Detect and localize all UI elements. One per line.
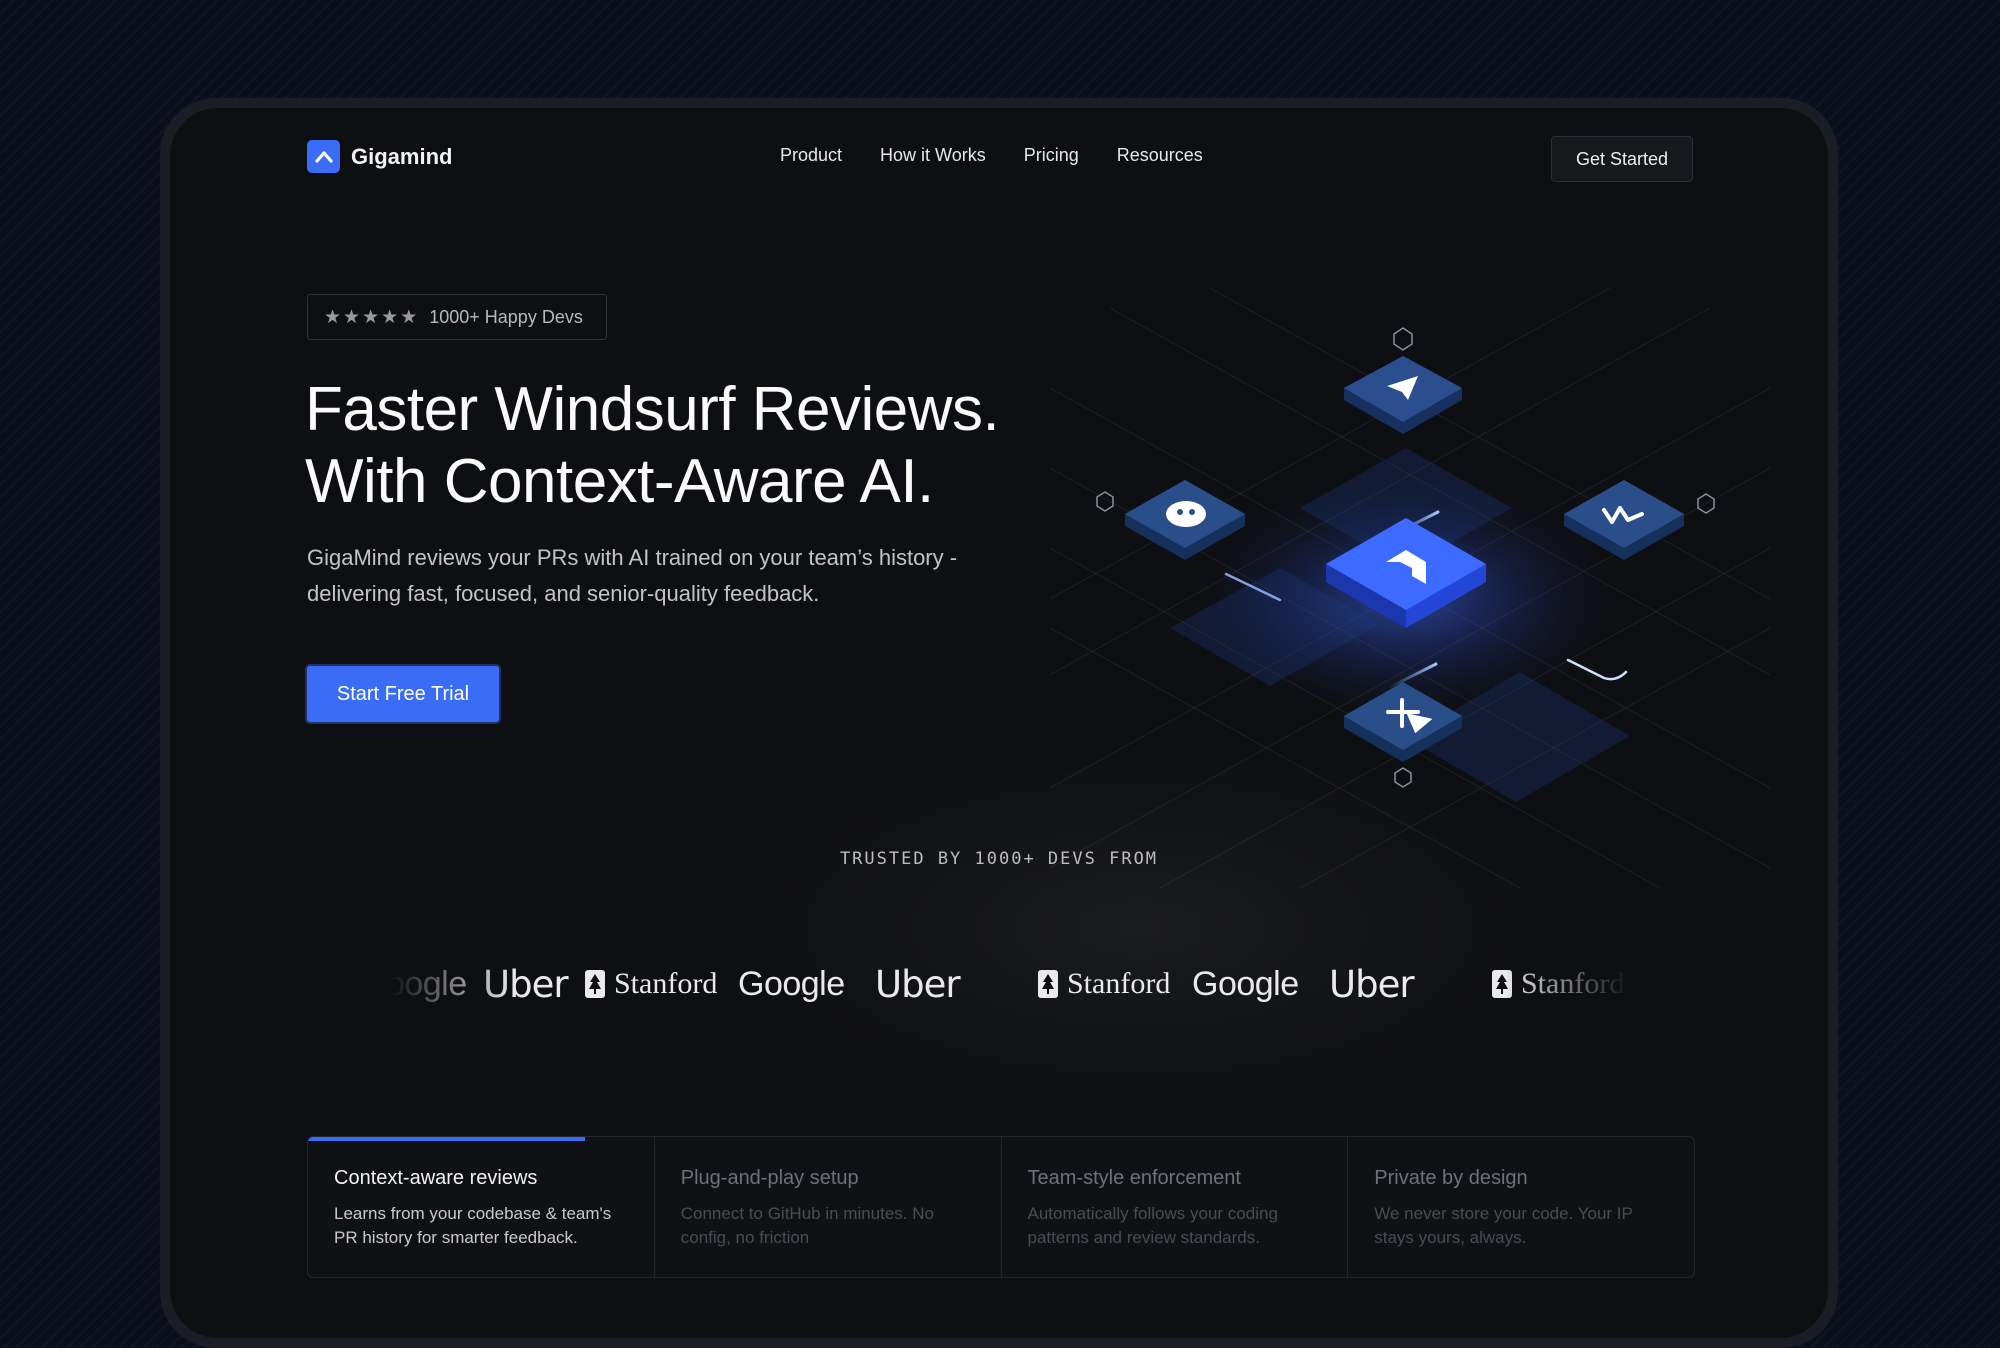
- feature-title: Team-style enforcement: [1027, 1167, 1241, 1189]
- feature-description: Learns from your codebase & team's PR hi…: [334, 1204, 612, 1247]
- star-icon: ★: [400, 306, 418, 328]
- logo-uber: Uber: [483, 962, 569, 1006]
- feature-tab-plug-and-play[interactable]: Plug-and-play setup Connect to GitHub in…: [655, 1137, 1002, 1277]
- logo-uber: Uber: [875, 962, 961, 1006]
- feature-description: Automatically follows your coding patter…: [1027, 1204, 1278, 1247]
- stanford-tree-icon: [1038, 970, 1058, 998]
- logo-google: Google: [390, 964, 467, 1003]
- start-free-trial-button[interactable]: Start Free Trial: [307, 666, 499, 722]
- feature-title: Plug-and-play setup: [680, 1167, 859, 1189]
- logo-stanford-text: Stanford: [1067, 967, 1171, 1000]
- stanford-tree-icon: [585, 970, 605, 998]
- logo-stanford: Stanford: [1037, 954, 1170, 1014]
- feature-tab-team-style[interactable]: Team-style enforcement Automatically fol…: [1002, 1137, 1349, 1277]
- rating-text: 1000+ Happy Devs: [429, 306, 583, 327]
- feature-title: Context-aware reviews: [334, 1167, 538, 1189]
- rating-badge: ★ ★ ★ ★ ★ 1000+ Happy Devs: [307, 294, 607, 340]
- nav-item-pricing[interactable]: Pricing: [1024, 145, 1079, 166]
- hero-title: Faster Windsurf Reviews. With Context-Aw…: [305, 374, 1000, 518]
- logo-uber: Uber: [1329, 962, 1415, 1006]
- feature-title: Private by design: [1374, 1167, 1528, 1189]
- page-screen: Gigamind Product How it Works Pricing Re…: [170, 108, 1828, 1338]
- logo-stanford: Stanford: [584, 954, 717, 1014]
- logo-stanford-text: Stanford: [614, 967, 718, 1000]
- device-frame: Gigamind Product How it Works Pricing Re…: [160, 98, 1838, 1348]
- nav-item-product[interactable]: Product: [780, 145, 842, 166]
- logo-stanford: Stanford: [1491, 954, 1624, 1014]
- get-started-button[interactable]: Get Started: [1551, 136, 1693, 182]
- logo-stanford-text: Stanford: [1521, 967, 1625, 1000]
- star-icon: ★: [381, 306, 399, 328]
- hero-title-line-1: Faster Windsurf Reviews.: [305, 375, 1000, 444]
- main-nav: Product How it Works Pricing Resources: [780, 145, 1203, 166]
- hero-subtitle: GigaMind reviews your PRs with AI traine…: [307, 545, 958, 606]
- brand-name: Gigamind: [351, 143, 453, 169]
- logo-google: Google: [738, 964, 845, 1003]
- feature-tabs: Context-aware reviews Learns from your c…: [307, 1136, 1695, 1278]
- chevron-up-icon: [307, 140, 340, 173]
- logo-carousel: Google Uber Stanford Google Uber Stanfor…: [390, 954, 1630, 1014]
- nav-item-how-it-works[interactable]: How it Works: [880, 145, 986, 166]
- integration-illustration: [1050, 287, 1770, 888]
- logo-google: Google: [1192, 964, 1299, 1003]
- feature-tab-context-aware[interactable]: Context-aware reviews Learns from your c…: [308, 1137, 655, 1277]
- nav-item-resources[interactable]: Resources: [1117, 145, 1203, 166]
- cube-icon: [1394, 767, 1412, 788]
- stanford-tree-icon: [1492, 970, 1512, 998]
- star-icon: ★: [324, 306, 342, 328]
- star-icon: ★: [343, 306, 361, 328]
- hero-title-line-2: With Context-Aware AI.: [305, 447, 934, 516]
- feature-tab-private[interactable]: Private by design We never store your co…: [1348, 1137, 1694, 1277]
- cube-icon: [1393, 327, 1413, 351]
- bug-icon: [1166, 501, 1206, 527]
- brand-logo[interactable]: Gigamind: [307, 140, 452, 173]
- star-icon: ★: [362, 306, 380, 328]
- feature-description: We never store your code. Your IP stays …: [1374, 1204, 1633, 1247]
- trusted-heading: TRUSTED BY 1000+ DEVS FROM: [839, 849, 1159, 869]
- rating-stars: ★ ★ ★ ★ ★: [324, 308, 417, 327]
- feature-description: Connect to GitHub in minutes. No config,…: [680, 1204, 934, 1247]
